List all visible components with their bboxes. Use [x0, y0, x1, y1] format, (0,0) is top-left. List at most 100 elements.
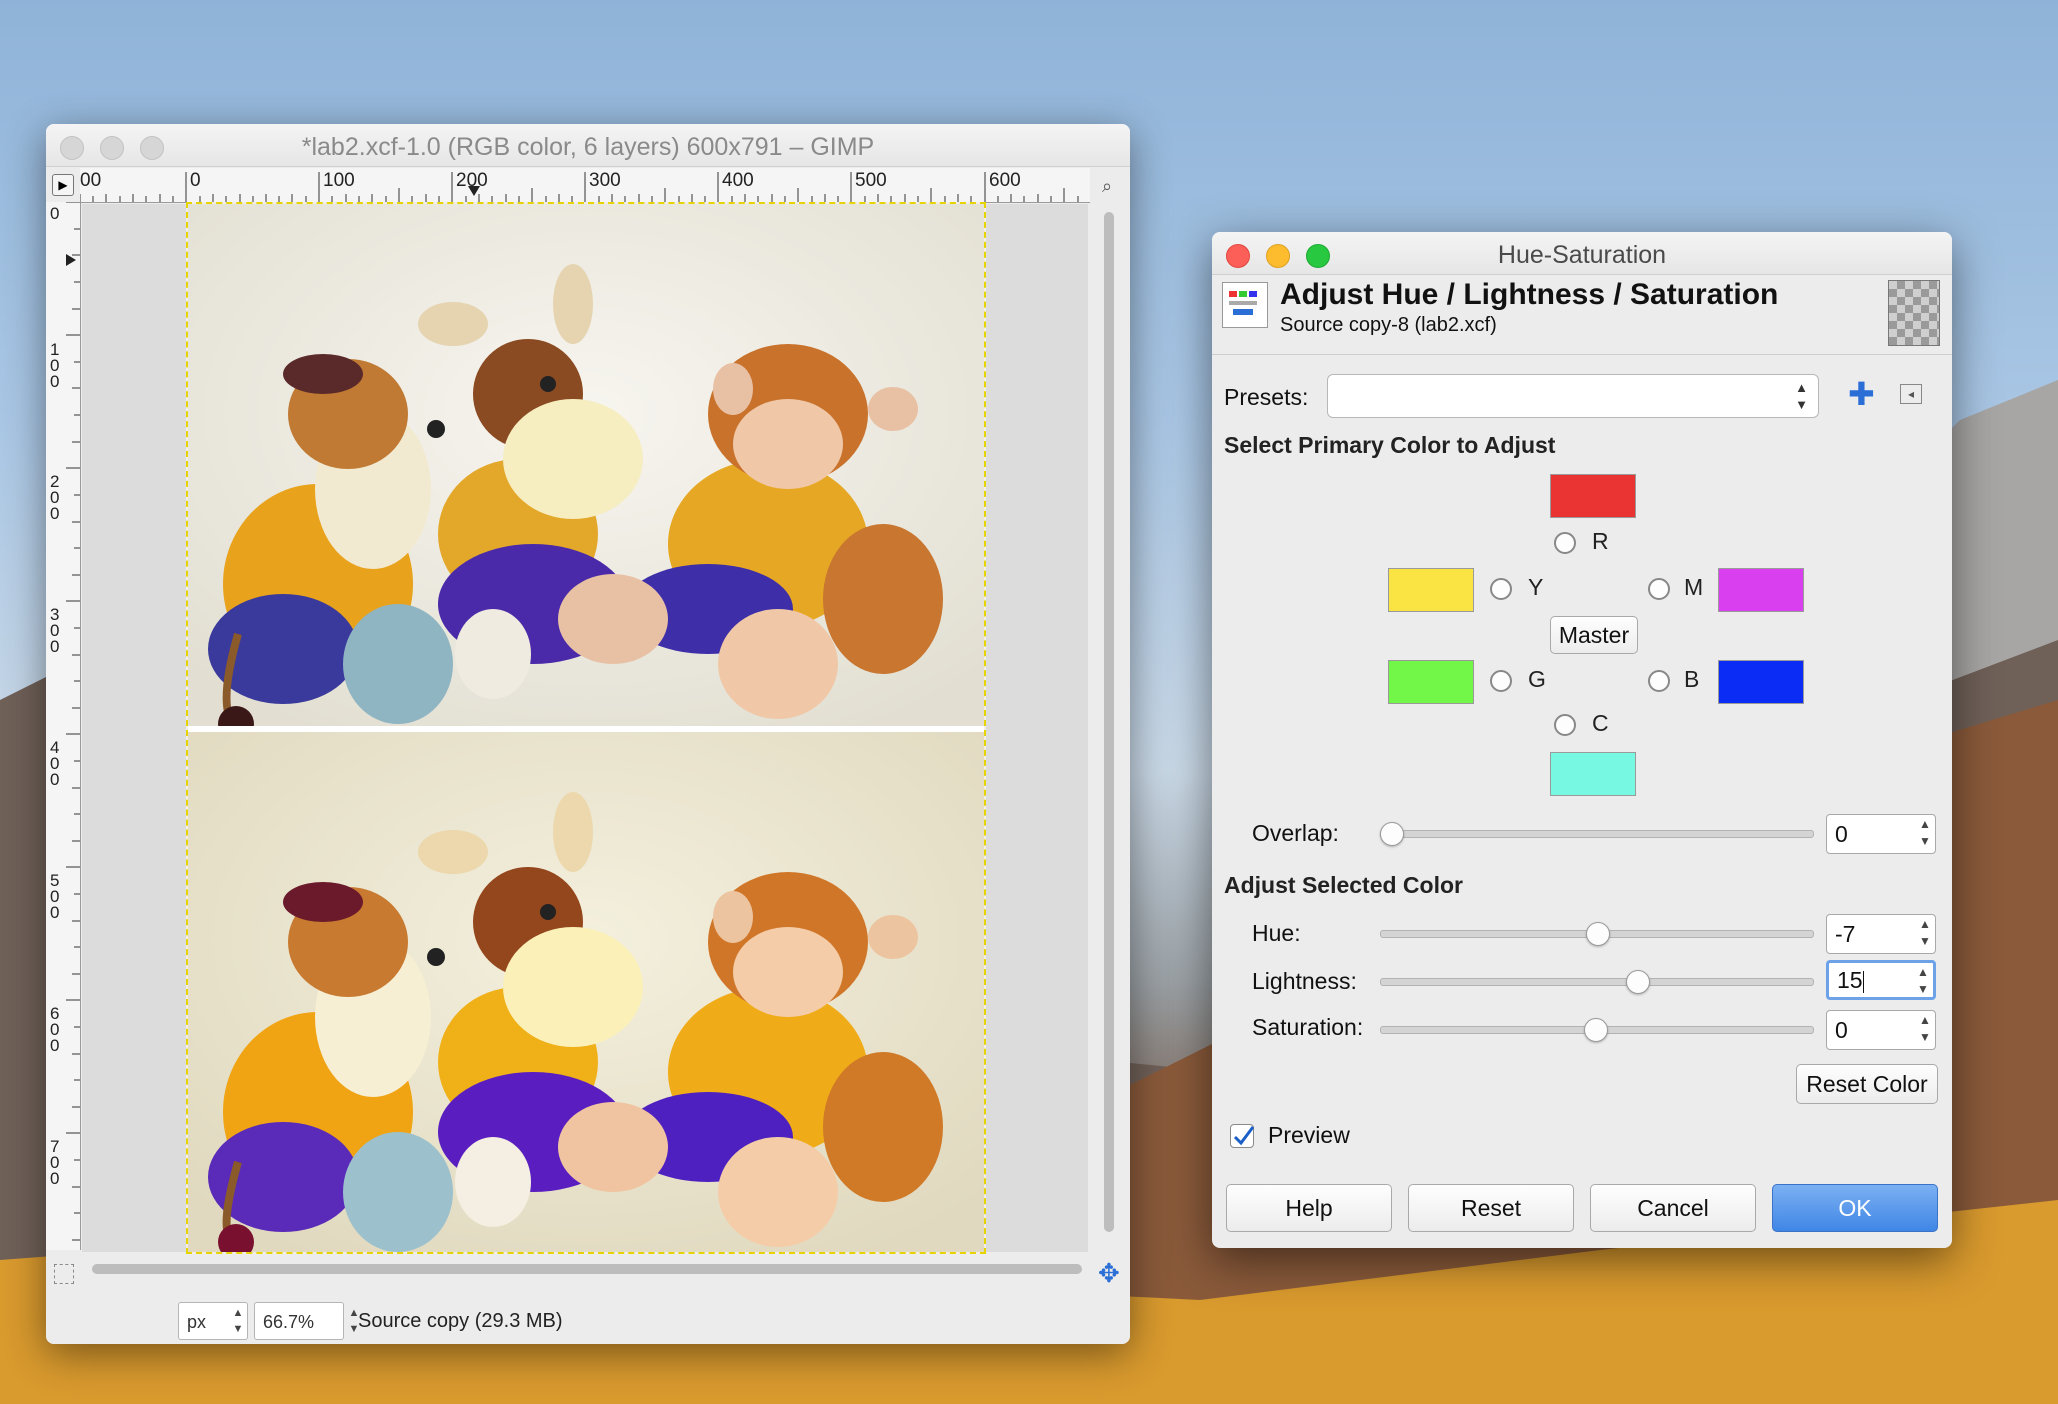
hue-value: -7 — [1835, 921, 1856, 947]
unit-arrows-icon[interactable]: ▲ ▼ — [231, 1305, 245, 1337]
red-swatch[interactable] — [1550, 474, 1636, 518]
zoom-value: 66.7% — [263, 1312, 315, 1332]
master-button[interactable]: Master — [1550, 616, 1638, 654]
preset-menu-icon[interactable]: ◂ — [1900, 384, 1922, 404]
horizontal-scrollbar[interactable] — [90, 1262, 1090, 1276]
vruler-label-700: 7 0 0 — [50, 1137, 60, 1188]
blue-swatch[interactable] — [1718, 660, 1804, 704]
adjust-selected-section-title: Adjust Selected Color — [1224, 872, 1463, 898]
quick-mask-toggle-icon[interactable]: ▶ — [52, 174, 74, 196]
vertical-scroll-thumb[interactable] — [1104, 212, 1114, 1232]
vruler-label-500: 5 0 0 — [50, 871, 60, 922]
lightness-slider[interactable] — [1380, 978, 1814, 986]
cancel-button[interactable]: Cancel — [1590, 1184, 1756, 1232]
saturation-value: 0 — [1835, 1017, 1848, 1043]
checkmark-icon — [1233, 1126, 1255, 1146]
ok-button[interactable]: OK — [1772, 1184, 1938, 1232]
cyan-radio-label: C — [1592, 710, 1609, 736]
preview-label[interactable]: Preview — [1268, 1122, 1350, 1149]
ruler-ticks — [80, 172, 1079, 202]
red-radio-label: R — [1592, 528, 1609, 554]
preview-checkbox[interactable] — [1230, 1124, 1255, 1148]
lightness-spin[interactable]: 15 ▲ ▼ — [1826, 960, 1936, 1000]
magenta-radio-label: M — [1684, 574, 1704, 600]
vertical-ruler[interactable]: 0 1 0 0 2 0 0 3 0 0 4 0 0 5 0 0 6 0 0 7 … — [46, 202, 81, 1250]
lightness-slider-knob[interactable] — [1626, 970, 1650, 994]
zoom-selector[interactable]: 66.7% ▲ ▼ — [254, 1302, 359, 1340]
dialog-titlebar[interactable]: Hue-Saturation — [1212, 232, 1952, 275]
lightness-value: 15 — [1837, 967, 1863, 993]
layer-info: Source copy (29.3 MB) — [358, 1310, 563, 1332]
lightness-arrows-icon[interactable]: ▲ ▼ — [1916, 964, 1930, 998]
vruler-label-200: 2 0 0 — [50, 472, 60, 523]
blue-radio[interactable] — [1648, 670, 1670, 692]
saturation-label: Saturation: — [1252, 1014, 1364, 1040]
text-cursor — [1862, 970, 1864, 993]
add-preset-icon[interactable]: ✚ — [1848, 378, 1875, 410]
saturation-arrows-icon[interactable]: ▲ ▼ — [1918, 1012, 1932, 1046]
ruler-label-500: 500 — [855, 170, 887, 191]
saturation-spin[interactable]: 0 ▲ ▼ — [1826, 1010, 1936, 1050]
blue-radio-label: B — [1684, 666, 1700, 692]
navigate-icon[interactable]: ✥ — [1098, 1260, 1124, 1286]
vertical-scrollbar[interactable] — [1102, 210, 1116, 1240]
primary-color-section-title: Select Primary Color to Adjust — [1224, 432, 1556, 458]
magenta-swatch[interactable] — [1718, 568, 1804, 612]
magenta-radio[interactable] — [1648, 578, 1670, 600]
horizontal-ruler[interactable]: 00 0 100 200 300 400 500 600 — [80, 168, 1090, 203]
vruler-label-600: 6 0 0 — [50, 1004, 60, 1055]
status-bar: px ▲ ▼ 66.7% ▲ ▼ Source copy (29.3 MB) — [46, 1292, 1130, 1344]
overlap-arrows-icon[interactable]: ▲ ▼ — [1918, 816, 1932, 850]
green-radio-label: G — [1528, 666, 1546, 692]
horizontal-scroll-thumb[interactable] — [92, 1264, 1082, 1274]
vruler-label-300: 3 0 0 — [50, 605, 60, 656]
image-content[interactable] — [186, 202, 986, 1254]
zoom-fit-icon[interactable]: ⌕ — [1102, 176, 1122, 196]
green-radio[interactable] — [1490, 670, 1512, 692]
reset-button[interactable]: Reset — [1408, 1184, 1574, 1232]
vruler-label-100: 1 0 0 — [50, 340, 60, 391]
vpointer-marker-icon — [66, 254, 76, 266]
hue-saturation-dialog[interactable]: Hue-Saturation Adjust Hue / Lightness / … — [1212, 232, 1952, 1248]
ruler-label-0: 0 — [190, 170, 201, 191]
gimp-image-window[interactable]: *lab2.xcf-1.0 (RGB color, 6 layers) 600x… — [46, 124, 1130, 1344]
hue-slider-knob[interactable] — [1586, 922, 1610, 946]
unit-value: px — [187, 1312, 207, 1332]
hue-spin[interactable]: -7 ▲ ▼ — [1826, 914, 1936, 954]
unit-selector[interactable]: px ▲ ▼ — [178, 1302, 248, 1340]
overlap-slider[interactable] — [1380, 830, 1814, 838]
cyan-swatch[interactable] — [1550, 752, 1636, 796]
hue-arrows-icon[interactable]: ▲ ▼ — [1918, 916, 1932, 950]
yellow-swatch[interactable] — [1388, 568, 1474, 612]
plush-toys-photo — [188, 204, 984, 1252]
vruler-label-0: 0 — [50, 204, 60, 223]
ruler-label-100: 100 — [323, 170, 355, 191]
ruler-label-300: 300 — [589, 170, 621, 191]
dialog-header-title: Adjust Hue / Lightness / Saturation — [1280, 278, 1779, 311]
yellow-radio[interactable] — [1490, 578, 1512, 600]
dialog-title: Hue-Saturation — [1497, 241, 1667, 269]
layer-thumbnail — [1888, 280, 1940, 346]
hue-saturation-tool-icon — [1222, 282, 1268, 328]
presets-arrows-icon: ▲ ▼ — [1795, 380, 1808, 412]
overlap-spin[interactable]: 0 ▲ ▼ — [1826, 814, 1936, 854]
green-swatch[interactable] — [1388, 660, 1474, 704]
dialog-header-subtitle: Source copy-8 (lab2.xcf) — [1280, 314, 1497, 336]
red-radio[interactable] — [1554, 532, 1576, 554]
ruler-label-600: 600 — [989, 170, 1021, 191]
hue-label: Hue: — [1252, 920, 1301, 946]
help-button[interactable]: Help — [1226, 1184, 1392, 1232]
reset-color-button[interactable]: Reset Color — [1796, 1064, 1938, 1104]
overlap-slider-knob[interactable] — [1380, 822, 1404, 846]
gimp-titlebar[interactable]: *lab2.xcf-1.0 (RGB color, 6 layers) 600x… — [46, 124, 1130, 167]
presets-combo[interactable]: ▲ ▼ — [1327, 374, 1819, 418]
vruler-label-400: 4 0 0 — [50, 738, 60, 789]
ruler-label-neg: 00 — [80, 170, 102, 191]
ruler-label-400: 400 — [722, 170, 754, 191]
saturation-slider-knob[interactable] — [1584, 1018, 1608, 1042]
dialog-header: Adjust Hue / Lightness / Saturation Sour… — [1212, 274, 1952, 355]
cyan-radio[interactable] — [1554, 714, 1576, 736]
selection-toggle-icon[interactable] — [54, 1264, 74, 1284]
overlap-label: Overlap: — [1252, 820, 1339, 846]
yellow-radio-label: Y — [1528, 574, 1544, 600]
